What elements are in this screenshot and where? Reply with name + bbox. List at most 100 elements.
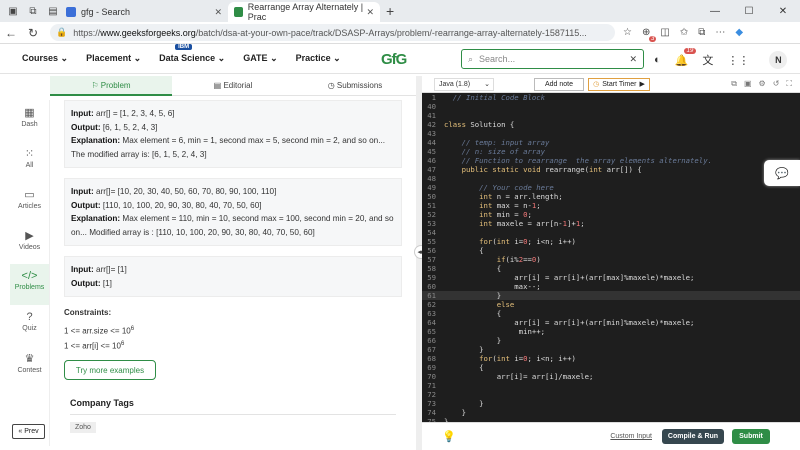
- code-line[interactable]: 47 public static void rearrange(int arr[…: [422, 165, 800, 174]
- company-tag[interactable]: Zoho: [70, 422, 96, 434]
- code-line[interactable]: 54: [422, 228, 800, 237]
- nav-gate[interactable]: GATE ⌄: [243, 53, 277, 64]
- copy-icon[interactable]: ⧉: [731, 79, 737, 89]
- code-line[interactable]: 41: [422, 111, 800, 120]
- code-line[interactable]: 64 arr[i] = arr[i]+(arr[min]%maxele)*max…: [422, 318, 800, 327]
- code-line[interactable]: 43: [422, 129, 800, 138]
- code-line[interactable]: 59 arr[i] = arr[i]+(arr[max]%maxele)*max…: [422, 273, 800, 282]
- tab-actions-icon[interactable]: ▤: [46, 4, 60, 18]
- code-line[interactable]: 68 for(int i=0; i<n; i++): [422, 354, 800, 363]
- tab-problem[interactable]: ⚐ Problem: [50, 75, 172, 96]
- code-line[interactable]: 71: [422, 381, 800, 390]
- profile-icon[interactable]: ▣: [6, 4, 20, 18]
- code-line[interactable]: 67 }: [422, 345, 800, 354]
- sidebar-item-all[interactable]: ⁙ All: [10, 141, 49, 182]
- more-icon[interactable]: ⋯: [715, 27, 725, 38]
- tab-gfg-search[interactable]: gfg - Search ✕: [60, 2, 228, 22]
- apps-icon[interactable]: ⋮⋮: [727, 54, 749, 67]
- nav-data-science[interactable]: IBM Data Science ⌄: [159, 44, 225, 64]
- code-line[interactable]: 70 arr[i]= arr[i]/maxele;: [422, 372, 800, 381]
- tab-editorial[interactable]: ▤ Editorial: [172, 76, 294, 96]
- close-icon[interactable]: ✕: [366, 7, 374, 18]
- code-line[interactable]: 60 max--;: [422, 282, 800, 291]
- code-line[interactable]: 44 // temp: input array: [422, 138, 800, 147]
- code-line[interactable]: 63 {: [422, 309, 800, 318]
- code-line[interactable]: 66 }: [422, 336, 800, 345]
- sidebar-item-contest[interactable]: ♛ Contest: [10, 346, 49, 387]
- code-line[interactable]: 73 }: [422, 399, 800, 408]
- code-line[interactable]: 49 // Your code here: [422, 183, 800, 192]
- collections-bar-icon[interactable]: ⧉: [698, 27, 705, 38]
- start-timer-button[interactable]: ◷ Start Timer ▶: [588, 77, 650, 91]
- code-line[interactable]: 53 int maxele = arr[n-1]+1;: [422, 219, 800, 228]
- translate-icon[interactable]: 文: [702, 52, 713, 68]
- code-line[interactable]: 69 {: [422, 363, 800, 372]
- close-icon[interactable]: ✕: [214, 7, 222, 18]
- split-screen-icon[interactable]: ◫: [660, 27, 669, 38]
- search-input[interactable]: ⌕ Search... ✕: [461, 49, 644, 69]
- tab-submissions[interactable]: ◷ Submissions: [294, 76, 416, 96]
- code-line[interactable]: 1 // Initial Code Block: [422, 93, 800, 102]
- url-field[interactable]: 🔒 https://www.geeksforgeeks.org/batch/ds…: [50, 24, 615, 41]
- maximize-icon[interactable]: ☐: [732, 6, 766, 17]
- code-line[interactable]: 72: [422, 390, 800, 399]
- language-select[interactable]: Java (1.8) ⌄: [434, 77, 494, 91]
- nav-courses[interactable]: Courses ⌄: [22, 53, 68, 64]
- bell-icon[interactable]: 🔔 19: [675, 47, 697, 67]
- code-line[interactable]: 50 int n = arr.length;: [422, 192, 800, 201]
- copilot-icon[interactable]: ◆: [735, 27, 743, 38]
- code-line[interactable]: 57 if(i%2==0): [422, 255, 800, 264]
- sidebar-item-problems[interactable]: </> Problems: [10, 264, 49, 305]
- nav-placement[interactable]: Placement ⌄: [86, 53, 141, 64]
- compile-run-button[interactable]: Compile & Run: [662, 429, 724, 444]
- code-line[interactable]: 42 class Solution {: [422, 120, 800, 129]
- code-line[interactable]: 61 }: [422, 291, 800, 300]
- code-line[interactable]: 51 int max = n-1;: [422, 201, 800, 210]
- fullscreen-icon[interactable]: ⛶: [786, 79, 792, 89]
- lightbulb-icon[interactable]: 💡: [442, 430, 456, 443]
- code-line[interactable]: 55 for(int i=0; i<n; i++): [422, 237, 800, 246]
- favorites-icon[interactable]: ✩: [680, 27, 688, 38]
- reload-icon[interactable]: ↻: [22, 26, 44, 40]
- line-number: 67: [427, 345, 436, 354]
- nav-practice[interactable]: Practice ⌄: [296, 53, 341, 64]
- chat-icon[interactable]: 💬: [764, 160, 800, 186]
- code-line[interactable]: 46 // Function to rearrange the array el…: [422, 156, 800, 165]
- code-line[interactable]: 65 min++;: [422, 327, 800, 336]
- code-text: // temp: input array: [444, 138, 550, 147]
- code-area[interactable]: 1 // Initial Code Block 40 41 42 class Solut…: [422, 93, 800, 422]
- code-line[interactable]: 48: [422, 174, 800, 183]
- paste-icon[interactable]: ▣: [744, 79, 752, 89]
- reset-icon[interactable]: ↺: [773, 79, 780, 89]
- code-line[interactable]: 62 else: [422, 300, 800, 309]
- try-more-examples-button[interactable]: Try more examples: [64, 360, 156, 381]
- extension-icon[interactable]: ⊕ 3: [642, 27, 657, 42]
- sidebar-item-videos[interactable]: ▶ Videos: [10, 223, 49, 264]
- star-icon[interactable]: ☆: [623, 27, 632, 38]
- minimize-icon[interactable]: —: [698, 6, 732, 17]
- dark-mode-icon[interactable]: ◐: [654, 54, 661, 66]
- new-tab-icon[interactable]: +: [386, 3, 394, 19]
- code-line[interactable]: 52 int min = 0;: [422, 210, 800, 219]
- avatar[interactable]: N: [769, 51, 788, 69]
- sidebar-item-quiz[interactable]: ? Quiz: [10, 305, 49, 346]
- close-window-icon[interactable]: ✕: [766, 6, 800, 17]
- code-line[interactable]: 74 }: [422, 408, 800, 417]
- sidebar-item-dash[interactable]: ▦ Dash: [10, 100, 49, 141]
- custom-input-link[interactable]: Custom Input: [610, 433, 652, 440]
- add-note-button[interactable]: Add note: [534, 77, 584, 91]
- back-icon[interactable]: ←: [0, 26, 22, 40]
- settings-icon[interactable]: ⚙: [759, 79, 766, 89]
- tab-rearrange-array[interactable]: Rearrange Array Alternately | Prac ✕: [228, 2, 380, 22]
- prev-button[interactable]: « Prev: [12, 424, 45, 439]
- sidebar-item-articles[interactable]: ▭ Articles: [10, 182, 49, 223]
- gfg-logo[interactable]: GfG: [381, 51, 407, 68]
- code-line[interactable]: 40: [422, 102, 800, 111]
- submit-button[interactable]: Submit: [732, 429, 770, 444]
- code-line[interactable]: 58 {: [422, 264, 800, 273]
- code-line[interactable]: 45 // n: size of array: [422, 147, 800, 156]
- collections-icon[interactable]: ⧉: [26, 4, 40, 18]
- clear-search-icon[interactable]: ✕: [629, 54, 637, 65]
- line-number: 47: [427, 165, 436, 174]
- code-line[interactable]: 56 {: [422, 246, 800, 255]
